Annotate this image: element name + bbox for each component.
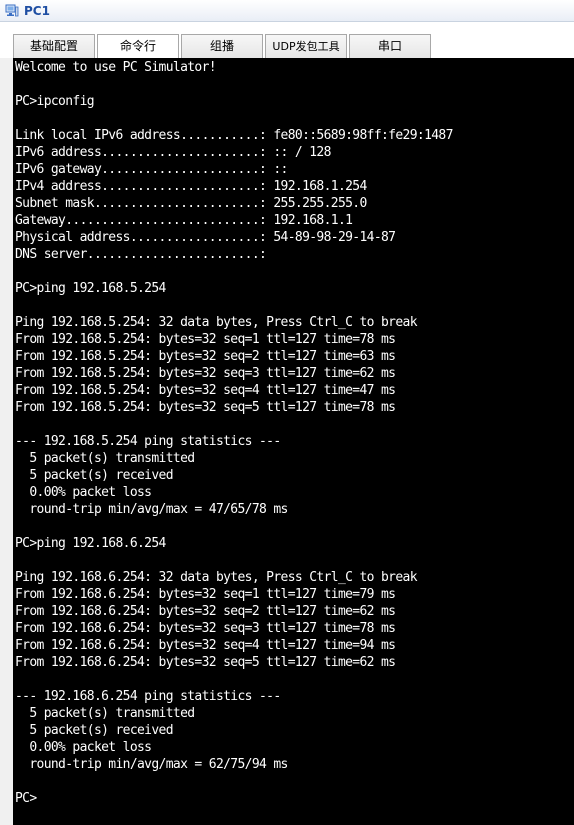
terminal-line: From 192.168.5.254: bytes=32 seq=1 ttl=1… <box>15 332 396 347</box>
terminal-line: 5 packet(s) received <box>15 723 173 738</box>
terminal-line: 0.00% packet loss <box>15 485 152 500</box>
window-title: PC1 <box>24 4 50 18</box>
command-line-terminal[interactable]: Welcome to use PC Simulator! PC>ipconfig L… <box>13 58 574 825</box>
tab-strip: 基础配置 命令行 组播 UDP发包工具 串口 <box>0 22 574 58</box>
terminal-line: 0.00% packet loss <box>15 740 152 755</box>
terminal-line: IPv6 address......................: :: /… <box>15 145 331 160</box>
terminal-line: PC>ping 192.168.6.254 <box>15 536 166 551</box>
terminal-line: Physical address..................: 54-8… <box>15 230 396 245</box>
terminal-line: --- 192.168.6.254 ping statistics --- <box>15 689 281 704</box>
tab-serial-port[interactable]: 串口 <box>349 34 431 58</box>
terminal-line: From 192.168.5.254: bytes=32 seq=3 ttl=1… <box>15 366 396 381</box>
tab-command-line[interactable]: 命令行 <box>97 34 179 58</box>
terminal-line: PC>ping 192.168.5.254 <box>15 281 166 296</box>
terminal-line: PC>ipconfig <box>15 94 95 109</box>
tab-multicast[interactable]: 组播 <box>181 34 263 58</box>
terminal-line: From 192.168.5.254: bytes=32 seq=2 ttl=1… <box>15 349 396 364</box>
terminal-line: Subnet mask.......................: 255.… <box>15 196 367 211</box>
terminal-line: 5 packet(s) transmitted <box>15 706 195 721</box>
tab-basic-config[interactable]: 基础配置 <box>13 34 95 58</box>
title-bar[interactable]: PC1 <box>0 0 574 22</box>
terminal-line: From 192.168.5.254: bytes=32 seq=5 ttl=1… <box>15 400 396 415</box>
pc-simulator-window: PC1 基础配置 命令行 组播 UDP发包工具 串口 Welcome to us… <box>0 0 574 825</box>
terminal-line: From 192.168.6.254: bytes=32 seq=1 ttl=1… <box>15 587 396 602</box>
terminal-line: Link local IPv6 address...........: fe80… <box>15 128 453 143</box>
terminal-line: From 192.168.6.254: bytes=32 seq=2 ttl=1… <box>15 604 396 619</box>
terminal-line: Ping 192.168.6.254: 32 data bytes, Press… <box>15 570 418 585</box>
terminal-line: Welcome to use PC Simulator! <box>15 60 217 75</box>
terminal-line: --- 192.168.5.254 ping statistics --- <box>15 434 281 449</box>
terminal-line: IPv4 address......................: 192.… <box>15 179 367 194</box>
terminal-line: 5 packet(s) transmitted <box>15 451 195 466</box>
terminal-line: DNS server........................: <box>15 247 267 262</box>
terminal-line: From 192.168.5.254: bytes=32 seq=4 ttl=1… <box>15 383 396 398</box>
terminal-line: PC> <box>15 791 37 806</box>
tab-udp-packet-tool[interactable]: UDP发包工具 <box>265 34 347 58</box>
terminal-line: From 192.168.6.254: bytes=32 seq=3 ttl=1… <box>15 621 396 636</box>
terminal-line: Ping 192.168.5.254: 32 data bytes, Press… <box>15 315 418 330</box>
terminal-line: From 192.168.6.254: bytes=32 seq=5 ttl=1… <box>15 655 396 670</box>
terminal-line: round-trip min/avg/max = 47/65/78 ms <box>15 502 288 517</box>
terminal-line: 5 packet(s) received <box>15 468 173 483</box>
pc-app-icon <box>4 3 20 19</box>
terminal-line: From 192.168.6.254: bytes=32 seq=4 ttl=1… <box>15 638 396 653</box>
terminal-line: round-trip min/avg/max = 62/75/94 ms <box>15 757 288 772</box>
terminal-line: IPv6 gateway......................: :: <box>15 162 288 177</box>
terminal-line: Gateway...........................: 192.… <box>15 213 353 228</box>
